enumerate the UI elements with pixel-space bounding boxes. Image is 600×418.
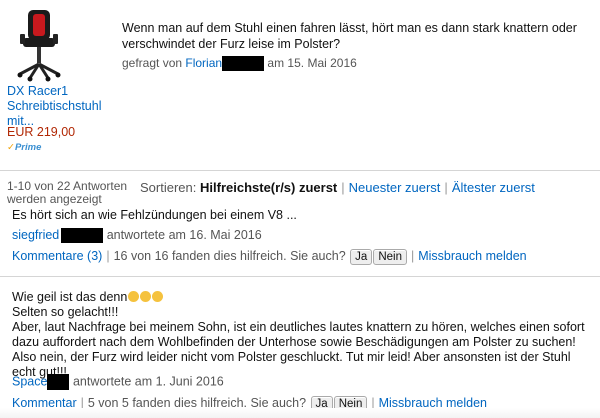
sort-option-helpful[interactable]: Hilfreichste(r/s) zuerst (200, 180, 337, 195)
product-price: EUR 219,00 (7, 125, 76, 139)
sort-label: Sortieren: (140, 180, 197, 195)
separator: | (341, 180, 345, 195)
answer-line: Selten so gelacht!!! (12, 305, 119, 319)
sort-bar: Sortieren: Hilfreichste(r/s) zuerst | Neue… (140, 180, 535, 195)
laughing-emoji-icon (152, 291, 164, 302)
asked-prefix: gefragt von (122, 56, 183, 70)
answer-text: Es hört sich an wie Fehlzündungen bei ei… (12, 208, 297, 222)
report-abuse-link[interactable]: Missbrauch melden (418, 249, 526, 263)
section-divider (0, 276, 600, 277)
product-title-link[interactable]: DX Racer1 Schreibtischstuhl mit... (7, 84, 119, 129)
question-text: Wenn man auf dem Stuhl einen fahren läss… (122, 21, 577, 51)
office-chair-image[interactable] (14, 8, 64, 82)
answer-line-text: Wie geil ist das denn (12, 290, 128, 304)
answer-count: 1-10 von 22 Antworten werden angezeigt (7, 179, 128, 206)
redaction-block (47, 374, 70, 390)
answer-line: Aber, laut Nachfrage bei meinem Sohn, is… (12, 320, 585, 349)
prime-badge: ✓Prime (7, 142, 41, 153)
office-chair-icon (17, 10, 61, 82)
answer-author-link[interactable]: siegfried (12, 228, 59, 242)
answered-by-line: Space antwortete am 1. Juni 2016 (12, 374, 224, 390)
no-button[interactable]: Nein (373, 249, 407, 265)
answer-date: antwortete am 16. Mai 2016 (106, 228, 262, 242)
asked-date: am 15. Mai 2016 (267, 56, 357, 70)
redaction-block (222, 56, 265, 72)
prime-label: Prime (14, 142, 42, 153)
section-divider (0, 170, 600, 171)
yes-button[interactable]: Ja (350, 249, 373, 265)
prime-check-icon: ✓ (7, 142, 15, 153)
comments-link[interactable]: Kommentare (3) (12, 249, 102, 263)
asked-by-line: gefragt von Florian am 15. Mai 2016 (122, 56, 357, 72)
redaction-block (61, 228, 104, 244)
asker-link[interactable]: Florian (185, 56, 222, 70)
helpful-text: 16 von 16 fanden dies hilfreich. Sie auc… (113, 249, 346, 263)
separator: | (106, 249, 110, 263)
laughing-emoji-icon (140, 291, 152, 302)
sort-option-oldest[interactable]: Ältester zuerst (452, 180, 535, 195)
answered-by-line: siegfried antwortete am 16. Mai 2016 (12, 228, 262, 244)
bottom-fade (0, 408, 600, 418)
separator: | (444, 180, 448, 195)
answer-actions: Kommentare (3) | 16 von 16 fanden dies hil… (12, 249, 527, 265)
separator: | (410, 249, 415, 263)
sort-option-newest[interactable]: Neuester zuerst (349, 180, 441, 195)
laughing-emoji-icon (128, 291, 140, 302)
answer-line: Wie geil ist das denn (12, 290, 590, 305)
answer-text: Wie geil ist das denn Selten so gelacht!… (12, 290, 590, 380)
answer-date: antwortete am 1. Juni 2016 (72, 374, 224, 389)
answer-author-link[interactable]: Space (12, 374, 47, 388)
